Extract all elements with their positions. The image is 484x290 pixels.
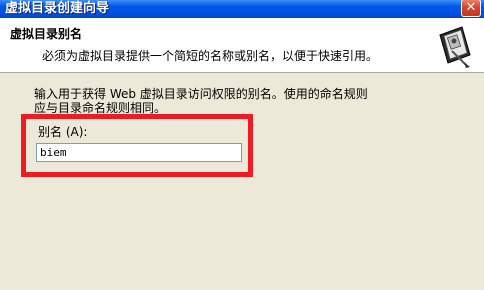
page-subtitle: 必须为虚拟目录提供一个简短的名称或别名，以便于快速引用。 (42, 49, 379, 63)
window-title: 虚拟目录创建向导 (5, 1, 110, 16)
close-icon: ✕ (465, 0, 477, 15)
close-button[interactable]: ✕ (461, 0, 481, 17)
title-bar[interactable]: 虚拟目录创建向导 ✕ (0, 0, 484, 18)
page-title: 虚拟目录别名 (10, 27, 83, 41)
alias-input[interactable] (36, 143, 242, 162)
alias-label: 别名 (A): (38, 125, 88, 139)
instructions-text: 输入用于获得 Web 虚拟目录访问权限的别名。使用的命名规则应与目录命名规则相同… (34, 87, 368, 115)
wizard-book-icon (432, 21, 476, 69)
wizard-header: 虚拟目录别名 必须为虚拟目录提供一个简短的名称或别名，以便于快速引用。 (0, 18, 484, 73)
